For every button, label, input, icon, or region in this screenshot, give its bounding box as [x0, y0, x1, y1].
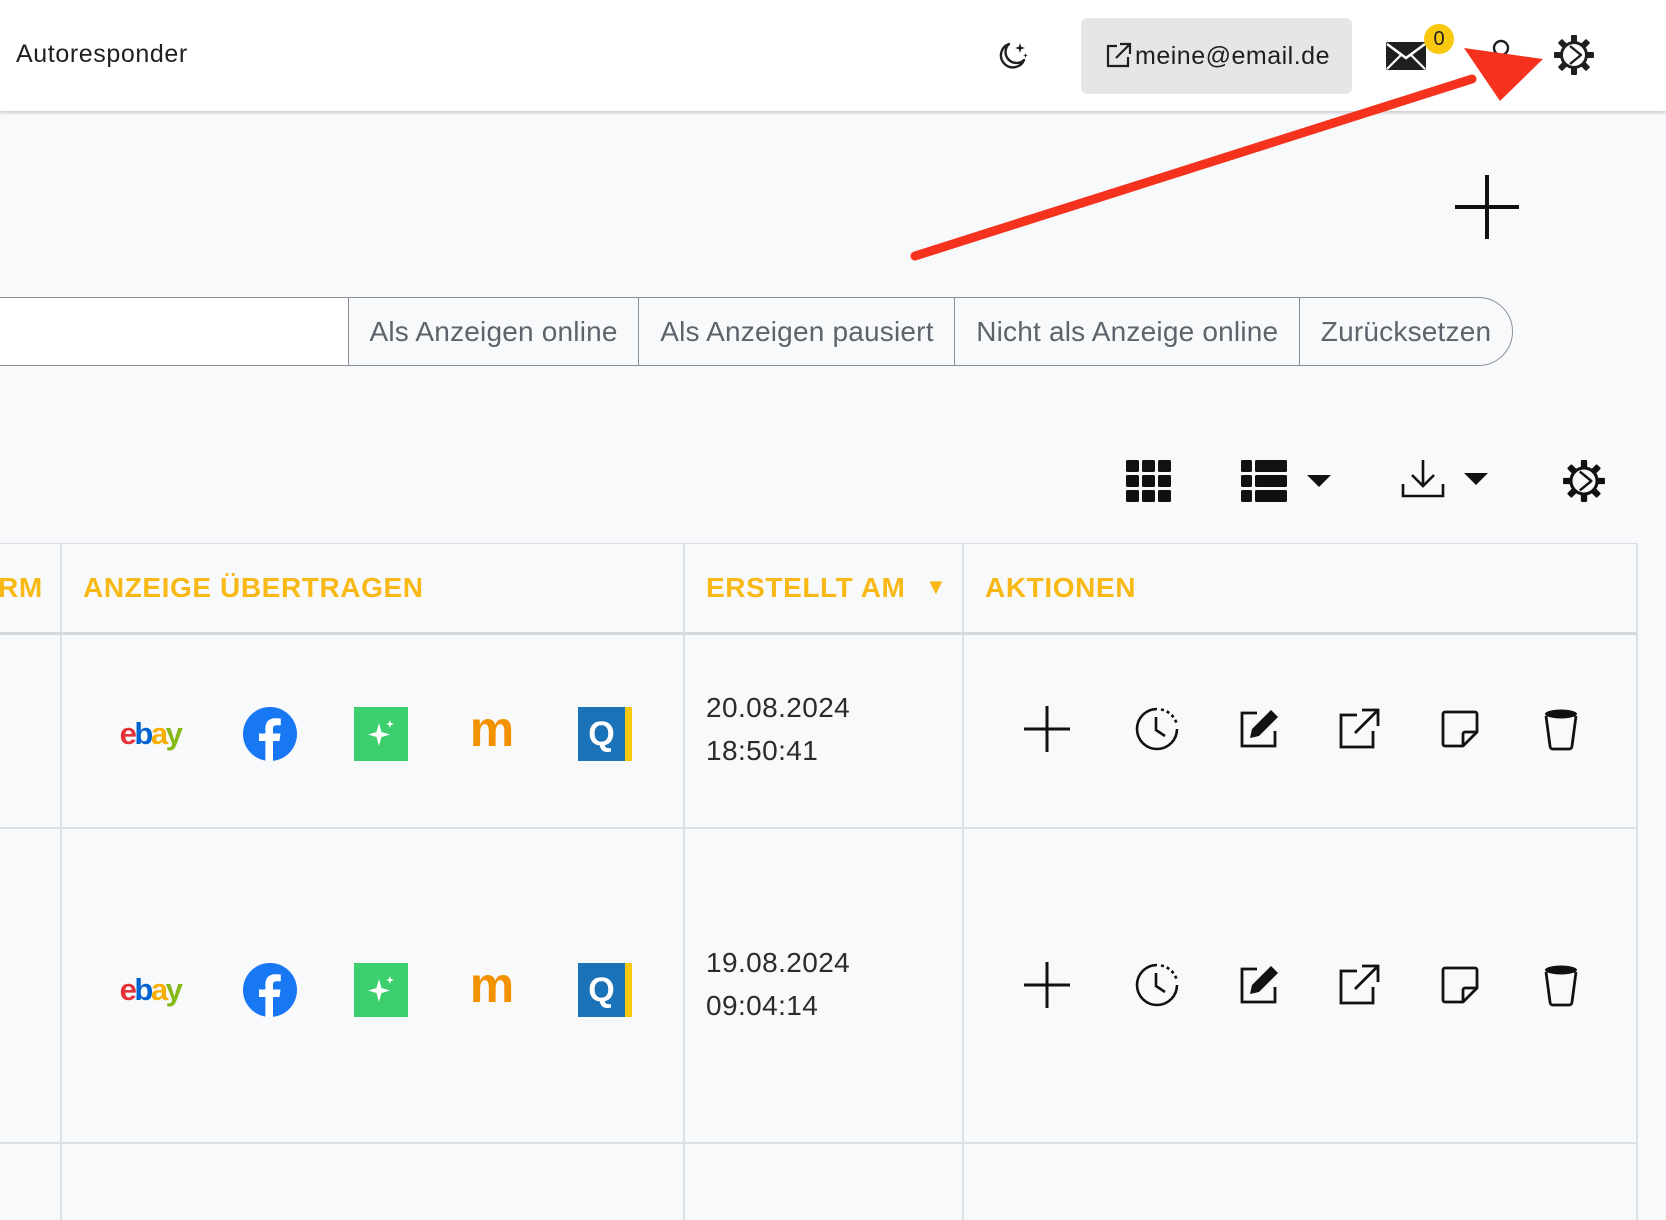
quoka-transfer-button[interactable]: Q: [577, 962, 633, 1018]
platform-column-header[interactable]: RM: [0, 572, 43, 604]
add-listing-button[interactable]: [1450, 170, 1524, 244]
grid-view-icon: [1126, 460, 1171, 502]
note-action-button[interactable]: [1435, 960, 1485, 1010]
sparkle-tile-icon: [354, 707, 408, 761]
email-label: meine@email.de: [1135, 41, 1330, 70]
markt-logo-icon: m: [469, 957, 515, 1013]
filter-button-group: Als Anzeigen online Als Anzeigen pausier…: [347, 297, 1514, 366]
column-divider: [60, 543, 62, 1220]
moon-stars-icon: [999, 42, 1028, 69]
column-divider: [1636, 543, 1638, 1220]
sticky-note-icon: [1441, 710, 1479, 748]
caret-down-icon: [1464, 473, 1488, 485]
edit-icon: [1240, 710, 1278, 748]
user-profile-button[interactable]: [1483, 36, 1519, 76]
actions-column-header: AKTIONEN: [985, 572, 1137, 603]
plus-icon: [1455, 175, 1519, 239]
table-settings-button[interactable]: [1562, 458, 1608, 504]
facebook-transfer-button[interactable]: [242, 706, 298, 762]
open-external-action-button[interactable]: [1334, 704, 1384, 754]
export-dropdown[interactable]: [1400, 456, 1496, 502]
column-divider: [683, 543, 685, 1220]
filter-paused-button[interactable]: Als Anzeigen pausiert: [638, 297, 956, 366]
gear-icon: [1554, 35, 1594, 75]
listings-table: [0, 543, 1637, 1220]
transfer-column-header[interactable]: ANZEIGE ÜBERTRAGEN: [83, 572, 424, 604]
add-action-button[interactable]: [1022, 704, 1072, 754]
ebay-logo-icon: ebay: [119, 716, 183, 751]
quoka-transfer-button[interactable]: Q: [577, 706, 633, 762]
delete-action-button[interactable]: [1536, 704, 1586, 754]
delete-action-button[interactable]: [1536, 960, 1586, 1010]
list-view-dropdown[interactable]: [1241, 458, 1337, 504]
sparkle-tile-icon: [354, 963, 408, 1017]
unread-mail-badge: 0: [1424, 24, 1454, 54]
facebook-icon: [243, 707, 297, 761]
quoka-logo-icon: Q: [578, 707, 632, 761]
open-external-action-button[interactable]: [1334, 960, 1384, 1010]
markt-transfer-button[interactable]: m: [464, 701, 520, 762]
filter-online-button[interactable]: Als Anzeigen online: [347, 297, 640, 366]
list-view-icon: [1241, 460, 1287, 502]
clock-history-icon: [1135, 707, 1179, 751]
header-divider: [0, 632, 1637, 635]
theme-toggle-button[interactable]: [990, 34, 1034, 78]
user-icon: [1486, 39, 1516, 73]
grid-view-button[interactable]: [1126, 458, 1174, 504]
ebay-logo-icon: ebay: [119, 972, 183, 1007]
edit-icon: [1240, 966, 1278, 1004]
markt-logo-icon: m: [469, 701, 515, 757]
kleinanzeigen-transfer-button[interactable]: [353, 962, 409, 1018]
filter-not-online-button[interactable]: Nicht als Anzeige online: [954, 297, 1301, 366]
email-account-button[interactable]: meine@email.de: [1081, 18, 1352, 94]
row-divider: [0, 827, 1637, 829]
add-action-button[interactable]: [1022, 960, 1072, 1010]
schedule-action-button[interactable]: [1132, 960, 1182, 1010]
search-input[interactable]: [0, 297, 350, 366]
sticky-note-icon: [1441, 966, 1479, 1004]
sort-descending-indicator[interactable]: ▼: [925, 574, 947, 600]
ebay-transfer-button[interactable]: ebay: [113, 706, 187, 762]
edit-action-button[interactable]: [1234, 960, 1284, 1010]
created-date: 20.08.2024 18:50:41: [706, 692, 851, 766]
top-navbar: Autoresponder meine@email.de 0: [0, 0, 1666, 111]
filter-reset-button[interactable]: Zurücksetzen: [1298, 297, 1514, 366]
trash-icon: [1544, 709, 1578, 751]
edit-action-button[interactable]: [1234, 704, 1284, 754]
external-link-icon: [1106, 42, 1132, 68]
external-link-icon: [1339, 964, 1380, 1005]
kleinanzeigen-transfer-button[interactable]: [353, 706, 409, 762]
clock-history-icon: [1135, 963, 1179, 1007]
plus-icon: [1024, 962, 1070, 1008]
schedule-action-button[interactable]: [1132, 704, 1182, 754]
settings-button[interactable]: [1551, 32, 1597, 78]
note-action-button[interactable]: [1435, 704, 1485, 754]
caret-down-icon: [1307, 475, 1331, 487]
gear-icon: [1563, 460, 1605, 502]
autoresponder-link[interactable]: Autoresponder: [16, 40, 188, 69]
created-column-header[interactable]: ERSTELLT AM: [706, 572, 905, 604]
quoka-logo-icon: Q: [578, 963, 632, 1017]
facebook-icon: [243, 963, 297, 1017]
created-date: 19.08.2024 09:04:14: [706, 947, 851, 1021]
trash-icon: [1544, 965, 1578, 1007]
ebay-transfer-button[interactable]: ebay: [113, 962, 187, 1018]
column-divider: [962, 543, 964, 1220]
envelope-icon: [1386, 42, 1426, 70]
plus-icon: [1024, 706, 1070, 752]
facebook-transfer-button[interactable]: [242, 962, 298, 1018]
messages-button[interactable]: [1383, 36, 1429, 76]
download-icon: [1401, 460, 1445, 498]
external-link-icon: [1339, 708, 1380, 749]
row-divider: [0, 1142, 1637, 1144]
markt-transfer-button[interactable]: m: [464, 957, 520, 1018]
